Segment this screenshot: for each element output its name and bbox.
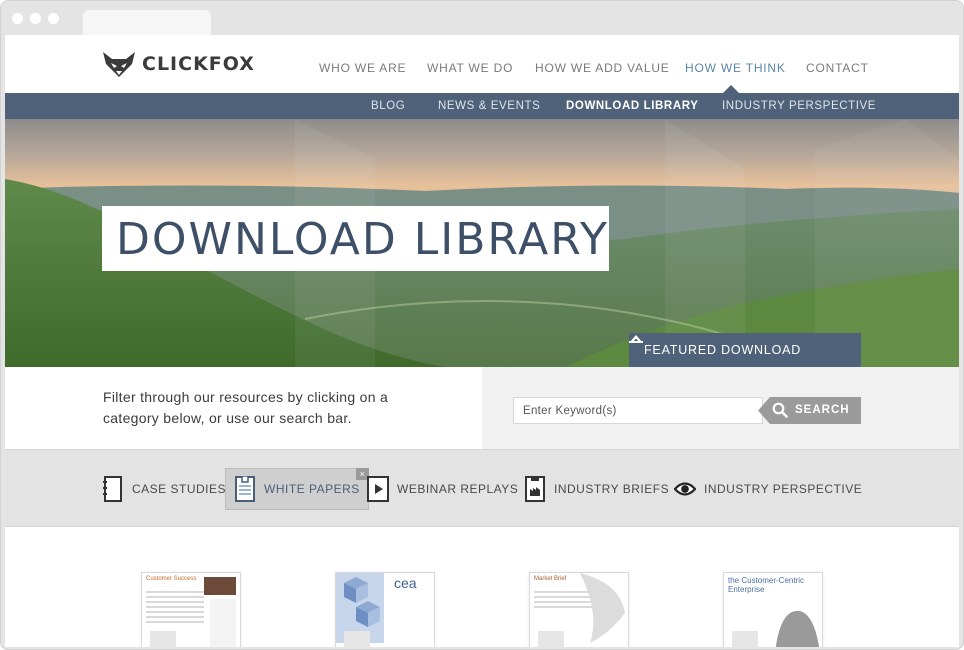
site-header: CLICKFOX WHO WE ARE WHAT WE DO HOW WE AD… <box>5 35 959 93</box>
card-title: the Customer-Centric Enterprise <box>728 576 805 594</box>
nav-how-we-add-value[interactable]: HOW WE ADD VALUE <box>535 61 670 75</box>
category-label: WEBINAR REPLAYS <box>397 482 519 496</box>
cea-logo: cea <box>394 575 417 591</box>
page-title: DOWNLOAD LIBRARY <box>116 214 609 265</box>
white-paper-badge-icon <box>732 631 758 647</box>
cover-photo <box>204 577 236 595</box>
window-maximize-dot[interactable] <box>48 13 59 24</box>
cover-text-lines <box>534 591 592 611</box>
sub-nav: BLOG NEWS & EVENTS DOWNLOAD LIBRARY INDU… <box>5 93 959 119</box>
subnav-blog[interactable]: BLOG <box>371 100 405 112</box>
browser-tab[interactable] <box>83 10 211 35</box>
nav-what-we-do[interactable]: WHAT WE DO <box>427 61 513 75</box>
eye-icon <box>674 476 696 502</box>
nav-contact[interactable]: CONTACT <box>806 61 869 75</box>
download-grid: Customer Success cea Market Brief the Cu… <box>5 527 959 647</box>
search-button[interactable]: SEARCH <box>758 397 861 424</box>
category-industry-briefs[interactable]: INDUSTRY BRIEFS <box>524 474 669 504</box>
download-card[interactable]: Customer Success <box>141 572 241 647</box>
category-label: CASE STUDIES <box>132 482 227 496</box>
category-industry-perspective[interactable]: INDUSTRY PERSPECTIVE <box>674 474 862 504</box>
cover-sidebar <box>210 599 236 647</box>
hero-banner: DOWNLOAD LIBRARY FEATURED DOWNLOAD <box>5 119 959 367</box>
download-card[interactable]: cea <box>335 572 435 647</box>
category-white-papers[interactable]: WHITE PAPERS × <box>225 468 369 510</box>
category-case-studies[interactable]: CASE STUDIES <box>102 474 226 504</box>
active-nav-caret <box>723 85 739 93</box>
subnav-news-events[interactable]: NEWS & EVENTS <box>438 100 540 112</box>
filter-intro-panel: Filter through our resources by clicking… <box>5 367 482 449</box>
nav-how-we-think[interactable]: HOW WE THINK <box>685 61 786 75</box>
category-webinar-replays[interactable]: WEBINAR REPLAYS <box>367 474 518 504</box>
window-minimize-dot[interactable] <box>30 13 41 24</box>
white-paper-icon <box>234 476 256 502</box>
download-card[interactable]: the Customer-Centric Enterprise <box>723 572 823 647</box>
white-paper-badge-icon <box>344 631 370 647</box>
subnav-industry-perspective[interactable]: INDUSTRY PERSPECTIVE <box>722 100 876 112</box>
industry-brief-icon <box>524 476 546 502</box>
download-card[interactable]: Market Brief <box>529 572 629 647</box>
play-icon <box>367 476 389 502</box>
search-panel: SEARCH <box>482 367 959 449</box>
hero-title-box: DOWNLOAD LIBRARY <box>102 206 609 271</box>
cover-text-lines <box>146 591 204 626</box>
filter-intro-text: Filter through our resources by clicking… <box>103 389 389 426</box>
chevron-up-icon <box>629 335 643 343</box>
category-label: INDUSTRY PERSPECTIVE <box>704 482 863 496</box>
browser-chrome <box>1 1 963 35</box>
white-paper-badge-icon <box>150 631 176 647</box>
subnav-download-library[interactable]: DOWNLOAD LIBRARY <box>566 100 698 112</box>
category-label: INDUSTRY BRIEFS <box>554 482 670 496</box>
search-button-label: SEARCH <box>795 404 850 416</box>
page-viewport: CLICKFOX WHO WE ARE WHAT WE DO HOW WE AD… <box>5 35 959 647</box>
white-paper-badge-icon <box>538 631 564 647</box>
card-title: Customer Success <box>146 576 197 582</box>
category-filter-bar: CASE STUDIES WHITE PAPERS × WEBINAR REPL… <box>5 449 959 527</box>
featured-download-tab[interactable]: FEATURED DOWNLOAD <box>629 333 861 367</box>
search-input[interactable] <box>513 397 763 424</box>
case-study-icon <box>102 476 124 502</box>
featured-download-label: FEATURED DOWNLOAD <box>644 343 802 357</box>
cover-graphic <box>775 610 820 647</box>
nav-who-we-are[interactable]: WHO WE ARE <box>319 61 406 75</box>
search-icon <box>772 402 788 418</box>
main-nav: WHO WE ARE WHAT WE DO HOW WE ADD VALUE H… <box>5 61 959 77</box>
window-close-dot[interactable] <box>12 13 23 24</box>
browser-window: CLICKFOX WHO WE ARE WHAT WE DO HOW WE AD… <box>0 0 964 650</box>
category-label: WHITE PAPERS <box>264 482 360 496</box>
